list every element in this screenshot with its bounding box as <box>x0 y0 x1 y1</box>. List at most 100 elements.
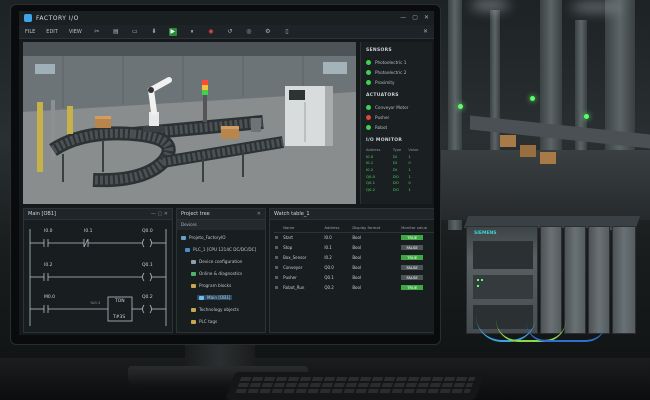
io-monitor-heading: I/O MONITOR <box>366 138 403 143</box>
actuators-heading: ACTUATORS <box>366 93 399 98</box>
table-row[interactable]: Stop I0.1 Bool FALSE <box>274 243 434 253</box>
sensor-label: Photoelectric 1 <box>375 59 407 65</box>
tag-format: Bool <box>352 275 362 280</box>
row-select-checkbox[interactable] <box>275 266 278 269</box>
ladder-editor-pane[interactable]: Main [OB1] — ▢ ✕ I0.0 I0.1 Q0.0 I0.2 Q0.… <box>23 208 173 333</box>
minimize-button[interactable]: — <box>400 14 406 21</box>
contact-label: I0.2 <box>44 263 53 268</box>
actuator-item[interactable]: Robot <box>366 122 427 132</box>
settings-icon[interactable]: ⚙ <box>264 28 272 36</box>
actuator-label: Robot <box>375 124 388 130</box>
ladder-diagram <box>29 229 167 326</box>
record-icon[interactable]: ◉ <box>207 28 215 36</box>
document-icon[interactable]: ▯ <box>283 28 291 36</box>
tree-label: PLC_1 [CPU 1214C DC/DC/DC] <box>193 247 257 252</box>
table-row[interactable]: Start I0.0 Bool TRUE <box>274 233 434 243</box>
column-header: Name <box>282 223 324 233</box>
io-monitor-table: Address Type Value I0.0 DI 1 I0.1 DI 0 I0.2 D… <box>366 147 427 193</box>
tree-label: Online & diagnostics <box>199 271 243 276</box>
actuator-item[interactable]: Pusher <box>366 112 427 122</box>
actuator-label: Conveyor Motor <box>375 104 409 110</box>
tag-format: Bool <box>352 235 362 241</box>
contact-label: I0.1 <box>84 229 93 234</box>
pane-close-icon[interactable]: ✕ <box>257 211 261 217</box>
maximize-button[interactable]: ▢ <box>412 14 418 21</box>
3d-scene-viewport[interactable] <box>23 42 356 204</box>
monitor-value: FALSE <box>401 275 424 280</box>
tag-address: Q0.0 <box>324 265 334 270</box>
status-led-icon <box>477 285 479 287</box>
tree-item-device-config[interactable]: Device configuration <box>191 259 242 264</box>
pause-icon[interactable]: ⏸ <box>188 28 196 36</box>
column-header: Monitor value <box>400 223 434 233</box>
tree-item-program-blocks[interactable]: Program blocks <box>191 283 231 288</box>
plc-io-module <box>564 226 586 334</box>
tree-item-main-ob1[interactable]: Main [OB1] <box>197 295 233 300</box>
status-indicator-icon <box>366 59 371 65</box>
tree-item-technology[interactable]: Technology objects <box>191 307 239 312</box>
menu-edit[interactable]: EDIT <box>46 29 58 35</box>
download-icon[interactable]: ⬇ <box>150 28 158 36</box>
actuator-item[interactable]: Conveyor Motor <box>366 102 427 112</box>
tree-item-plc-tags[interactable]: PLC tags <box>191 319 217 324</box>
target-icon[interactable]: ◎ <box>245 28 253 36</box>
play-button[interactable]: ▶ <box>168 27 177 36</box>
table-row[interactable]: Robot_Run Q0.2 Bool TRUE <box>274 283 434 293</box>
tree-item-diagnostics[interactable]: Online & diagnostics <box>191 271 242 276</box>
table-row: I0.2 DI 1 <box>366 166 427 173</box>
table-row[interactable]: Pusher Q0.1 Bool FALSE <box>274 273 434 283</box>
tag-address: Q0.1 <box>324 275 334 280</box>
sensor-item[interactable]: Photoelectric 1 <box>366 57 427 67</box>
monitor-value: TRUE <box>401 235 424 241</box>
close-window-button[interactable]: ✕ <box>424 14 429 21</box>
sensor-item[interactable]: Proximity <box>366 77 427 87</box>
background-box <box>520 145 536 157</box>
reset-icon[interactable]: ↺ <box>226 28 234 36</box>
table-row[interactable]: Box_Sensor I0.2 Bool TRUE <box>274 253 434 263</box>
block-icon <box>199 296 204 300</box>
pane-controls[interactable]: — ▢ ✕ <box>151 211 168 217</box>
actuator-label: Pusher <box>375 114 390 120</box>
status-indicator-icon <box>366 124 371 130</box>
tree-label: Projeto_FactoryIO <box>189 235 226 240</box>
close-icon[interactable]: ✕ <box>423 28 428 35</box>
tree-item-plc[interactable]: PLC_1 [CPU 1214C DC/DC/DC] <box>185 247 256 252</box>
io-value: 0 <box>408 160 411 166</box>
io-type: DI <box>392 153 397 159</box>
monitor: FACTORY I/O — ▢ ✕ FILE EDIT VIEW ✂ ▤ ▭ ⬇… <box>10 4 441 345</box>
column-header: Display format <box>351 223 401 233</box>
signals-panel: SENSORS Photoelectric 1 Photoelectric 2 … <box>360 42 432 204</box>
project-tree-pane[interactable]: Project tree ✕ Devices Projeto_FactoryIO… <box>176 208 266 333</box>
devices-tab[interactable]: Devices <box>177 220 265 230</box>
column-header: Address <box>323 223 352 233</box>
menu-view[interactable]: VIEW <box>69 29 82 35</box>
save-icon[interactable]: ▤ <box>112 28 120 36</box>
monitor-value: TRUE <box>401 285 424 290</box>
plc-io-module <box>540 226 562 334</box>
stack-light-icon <box>584 114 589 119</box>
cut-icon[interactable]: ✂ <box>93 28 101 36</box>
copy-icon[interactable]: ▭ <box>131 28 139 36</box>
row-select-checkbox[interactable] <box>275 276 278 279</box>
row-select-checkbox[interactable] <box>275 246 278 249</box>
factory-io-logo-icon <box>24 14 32 22</box>
contact-label: I0.0 <box>44 229 53 234</box>
sensor-item[interactable]: Photoelectric 2 <box>366 67 427 77</box>
watch-table: Name Address Display format Monitor valu… <box>274 223 434 293</box>
status-indicator-icon <box>366 69 371 75</box>
watch-table-header: Watch table_1 ✕ <box>270 209 434 220</box>
status-led-icon <box>481 279 483 281</box>
row-select-checkbox[interactable] <box>275 286 278 289</box>
watch-table-pane[interactable]: Watch table_1 ✕ Name Address Display for… <box>269 208 434 333</box>
tree-item-project[interactable]: Projeto_FactoryIO <box>181 235 226 240</box>
tree-label: Device configuration <box>199 259 243 264</box>
folder-icon <box>191 284 196 288</box>
table-row[interactable]: Conveyor Q0.0 Bool FALSE <box>274 263 434 273</box>
background-box <box>540 152 556 164</box>
row-select-checkbox[interactable] <box>275 256 278 259</box>
sensor-label: Photoelectric 2 <box>375 69 407 75</box>
table-row: I0.0 DI 1 <box>366 153 427 160</box>
plc-icon <box>185 248 190 252</box>
row-select-checkbox[interactable] <box>275 236 278 240</box>
menu-file[interactable]: FILE <box>25 29 35 35</box>
